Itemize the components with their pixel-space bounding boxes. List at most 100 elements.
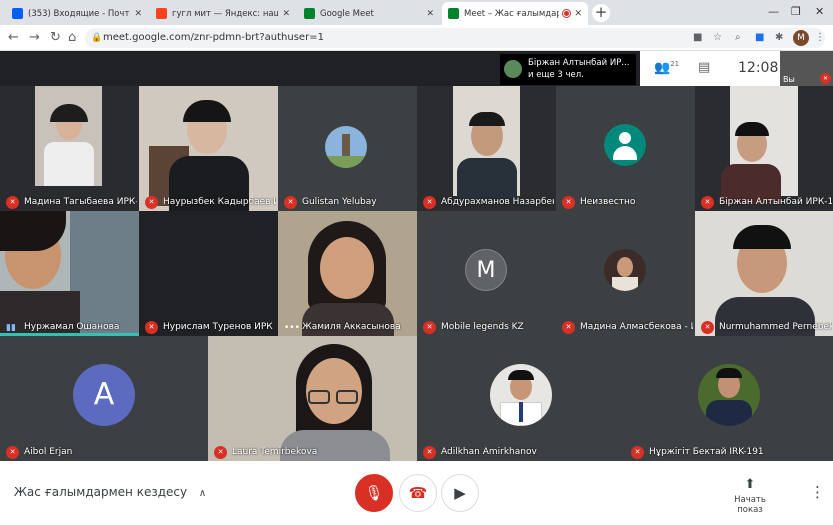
participant-tile[interactable]: ✕ Наурызбек Кадырбаев И...: [139, 86, 278, 211]
window-close-icon[interactable]: ✕: [815, 5, 824, 18]
chat-icon[interactable]: ▤: [698, 60, 710, 75]
yandex-icon: [156, 8, 167, 19]
notification-text: Біржан Алтынбай ИР...: [528, 58, 630, 68]
participant-name: Adilkhan Amirkhanov: [441, 447, 537, 457]
video-feed: [695, 86, 833, 211]
present-now-button[interactable]: ⬆ Начать показ: [722, 477, 778, 515]
maximize-icon[interactable]: ❐: [791, 5, 801, 18]
meet-icon: [448, 8, 459, 19]
participant-name: Жамиля Аккасынова: [302, 322, 401, 332]
participant-tile[interactable]: A ✕ Aibol Erjan: [0, 336, 208, 461]
mic-off-icon: ✕: [423, 446, 436, 459]
home-icon[interactable]: ⌂: [68, 30, 76, 45]
tab-title: Google Meet: [320, 8, 374, 19]
mic-off-icon: ✕: [6, 196, 19, 209]
video-feed: [0, 86, 139, 211]
video-feed: [695, 211, 833, 336]
participant-avatar: [325, 126, 367, 168]
participant-tile[interactable]: ✕ Абдурахманов Назарбек: [417, 86, 556, 211]
participant-name: Nurmuhammed Pernebek ...: [719, 322, 832, 332]
participant-name: Mobile legends KZ: [441, 322, 524, 332]
mic-off-icon: ✕: [145, 321, 158, 334]
participant-avatar: M: [465, 249, 507, 291]
participant-tile[interactable]: ••• Жамиля Аккасынова: [278, 211, 417, 336]
lock-icon: 🔒: [91, 33, 103, 43]
mic-off-icon: ✕: [701, 321, 714, 334]
video-feed: [0, 211, 139, 336]
url-field[interactable]: 🔒 meet.google.com/znr-pdmn-brt?authuser=…: [85, 28, 825, 48]
more-options-icon[interactable]: ⋮: [810, 483, 825, 501]
leave-call-button[interactable]: ☎: [399, 474, 437, 512]
participant-tile[interactable]: ✕ Gulistan Yelubay: [278, 86, 417, 211]
video-off: [556, 86, 695, 211]
profile-avatar[interactable]: M: [793, 30, 809, 46]
camera-indicator-icon[interactable]: ■: [693, 28, 702, 48]
address-bar: ← → ↻ ⌂ 🔒 meet.google.com/znr-pdmn-brt?a…: [0, 25, 833, 51]
tab-google-meet[interactable]: Google Meet ✕: [298, 2, 440, 25]
notification-subtext: и еще 3 чел.: [528, 70, 584, 80]
video-feed: [139, 86, 278, 211]
mic-off-icon: ✕: [701, 196, 714, 209]
participant-tile[interactable]: ✕ Нұржігіт Бектай IRK-191: [625, 336, 833, 461]
participant-name: Неизвестно: [580, 197, 636, 207]
participant-tile[interactable]: ✕ Біржан Алтынбай ИРК-191: [695, 86, 833, 211]
mic-off-icon: ✕: [423, 196, 436, 209]
meet-top-bar: Біржан Алтынбай ИР... и еще 3 чел. 👥21 ▤…: [0, 51, 833, 86]
audio-level-icon: •••: [284, 323, 300, 333]
tab-mail[interactable]: (353) Входящие - Почта Mail.ru ✕: [6, 2, 148, 25]
meeting-name: Жас ғалымдармен кездесу: [14, 485, 188, 499]
participant-tile[interactable]: ✕ Nurmuhammed Pernebek ...: [695, 211, 833, 336]
camera-toggle-button[interactable]: ▶: [441, 474, 479, 512]
close-icon[interactable]: ✕: [282, 9, 290, 19]
participant-name: Нурислам Туренов ИРК 1...: [163, 322, 276, 332]
meet-controls-panel: 👥21 ▤ 12:08 Вы ✕: [640, 51, 833, 86]
self-label: Вы: [783, 75, 795, 84]
close-icon[interactable]: ✕: [134, 9, 142, 19]
new-tab-button[interactable]: +: [592, 4, 610, 22]
close-icon[interactable]: ✕: [426, 9, 434, 19]
participant-tile[interactable]: M ✕ Mobile legends KZ: [417, 211, 556, 336]
menu-kebab-icon[interactable]: ⋮: [815, 28, 825, 48]
people-icon[interactable]: 👥21: [654, 60, 679, 75]
tab-title: Meet – Жас ғалымдармен кездесу: [464, 8, 560, 19]
meeting-details-toggle[interactable]: Жас ғалымдармен кездесу ∧: [14, 485, 206, 499]
mic-off-icon: ✕: [6, 446, 19, 459]
participant-avatar: [490, 364, 552, 426]
participant-name: Абдурахманов Назарбек: [441, 197, 554, 207]
minimize-icon[interactable]: —: [768, 5, 779, 18]
camera-icon: ▶: [454, 484, 466, 502]
video-feed: [278, 211, 417, 336]
star-icon[interactable]: ☆: [713, 28, 722, 48]
mic-off-icon: ✕: [284, 196, 297, 209]
participant-tile-speaking[interactable]: ▮▮ Нуржамал Ошанова: [0, 211, 139, 336]
extension-icon[interactable]: ■: [755, 28, 764, 48]
participant-grid: ✕ Мадина Тагыбаева ИРК-... ✕ Наурызбек К…: [0, 86, 833, 461]
self-view[interactable]: Вы ✕: [780, 51, 833, 86]
participant-tile[interactable]: ✕ Неизвестно: [556, 86, 695, 211]
mic-off-icon: ✕: [820, 73, 831, 84]
back-icon[interactable]: ←: [8, 30, 19, 45]
puzzle-icon[interactable]: ✱: [775, 28, 783, 48]
participants-count: 21: [670, 60, 680, 68]
mic-off-icon: ✕: [214, 446, 227, 459]
participant-tile[interactable]: ✕ Мадина Алмасбекова - И...: [556, 211, 695, 336]
participant-tile[interactable]: ✕ Мадина Тагыбаева ИРК-...: [0, 86, 139, 211]
mic-off-icon: ✕: [562, 196, 575, 209]
meet-bottom-bar: Жас ғалымдармен кездесу ∧ 🎙 ☎ ▶ ⬆ Начать…: [0, 461, 833, 525]
forward-icon[interactable]: →: [29, 30, 40, 45]
video-feed: [417, 86, 556, 211]
participant-tile[interactable]: ✕ Laura Temirbekova: [208, 336, 417, 461]
reload-icon[interactable]: ↻: [50, 30, 61, 45]
participant-name: Laura Temirbekova: [232, 447, 318, 457]
participant-name: Мадина Алмасбекова - И...: [580, 322, 693, 332]
hang-up-icon: ☎: [408, 484, 428, 502]
participant-avatar: A: [73, 364, 135, 426]
participant-tile[interactable]: ✕ Adilkhan Amirkhanov: [417, 336, 625, 461]
search-extension-icon[interactable]: ⌕: [735, 28, 741, 48]
chevron-up-icon: ∧: [198, 488, 207, 499]
tab-yandex[interactable]: гугл мит — Яндекс: нашлось 4 млн ✕: [150, 2, 296, 25]
tab-meet-active[interactable]: Meet – Жас ғалымдармен кездесу ✕: [442, 2, 588, 25]
close-icon[interactable]: ✕: [574, 9, 582, 19]
participant-tile[interactable]: ✕ Нурислам Туренов ИРК 1...: [139, 211, 278, 336]
mic-toggle-button[interactable]: 🎙: [355, 474, 393, 512]
